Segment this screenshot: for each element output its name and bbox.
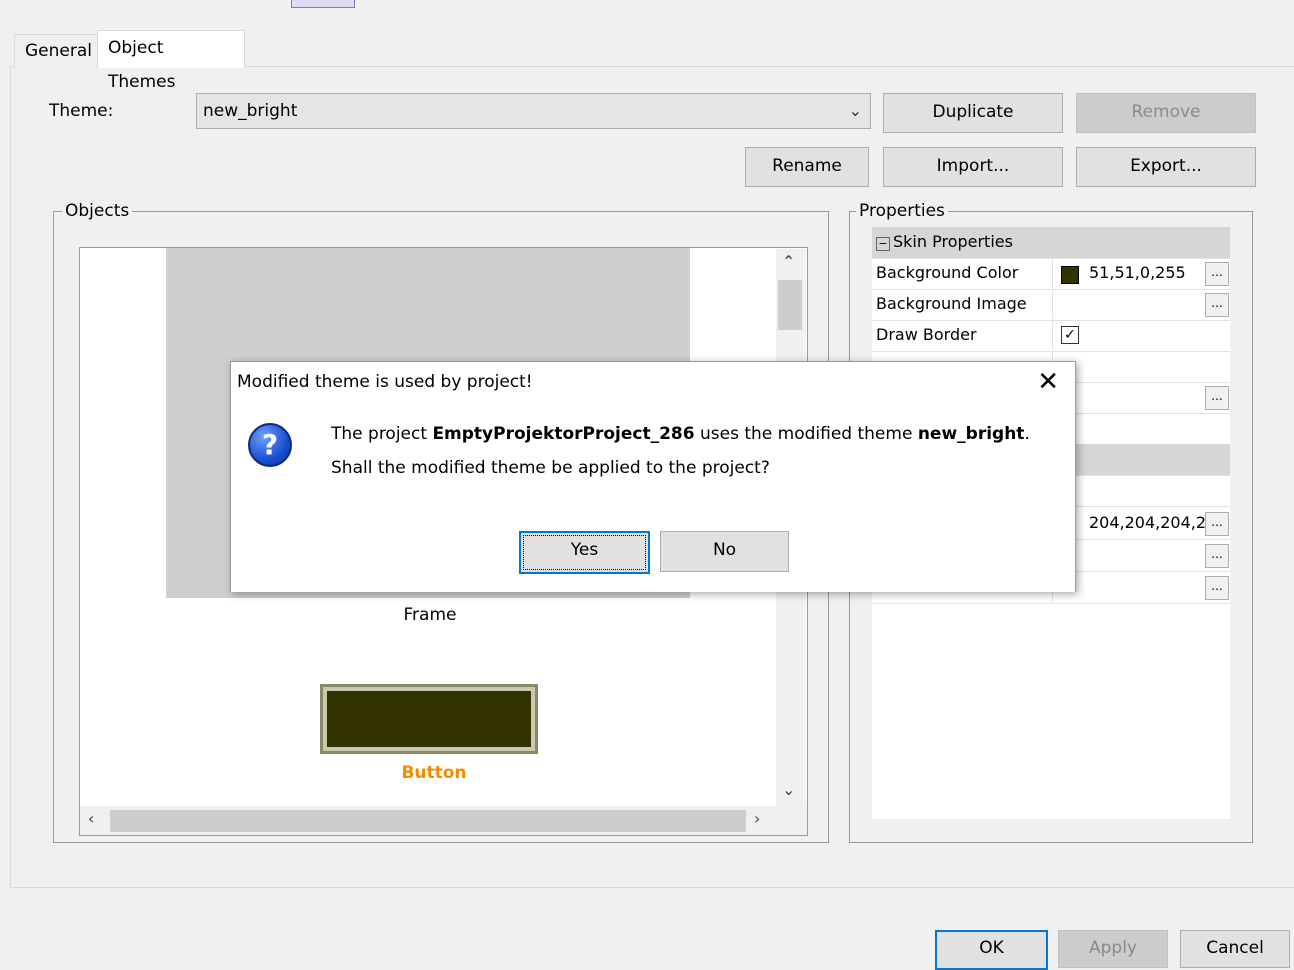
collapse-icon[interactable]: −: [876, 237, 890, 251]
rename-button[interactable]: Rename: [745, 147, 869, 187]
import-button[interactable]: Import...: [883, 147, 1063, 187]
frame-label: Frame: [403, 605, 457, 625]
question-icon: ?: [248, 423, 292, 467]
export-button[interactable]: Export...: [1076, 147, 1256, 187]
objects-group-title: Objects: [62, 200, 133, 222]
property-value: 51,51,0,255: [1089, 263, 1186, 282]
close-icon[interactable]: ✕: [1037, 366, 1059, 398]
dialog-titlebar[interactable]: Modified theme is used by project! ✕: [231, 362, 1075, 404]
checkbox[interactable]: ✓: [1061, 326, 1079, 344]
property-name: Draw Border: [876, 325, 977, 344]
remove-button[interactable]: Remove: [1076, 93, 1256, 133]
property-name: Background Image: [876, 294, 1027, 313]
scroll-down-icon[interactable]: ⌄: [782, 780, 795, 799]
vertical-scroll-thumb[interactable]: [778, 280, 802, 330]
theme-select[interactable]: new_bright ⌄: [196, 93, 871, 129]
dialog-question: Shall the modified theme be applied to t…: [331, 458, 770, 478]
scroll-up-icon[interactable]: ⌃: [782, 252, 795, 271]
duplicate-button[interactable]: Duplicate: [883, 93, 1063, 133]
property-row[interactable]: Draw Border ✓: [872, 320, 1230, 352]
horizontal-scroll-thumb[interactable]: [110, 810, 746, 832]
scroll-right-icon[interactable]: ›: [754, 809, 760, 828]
top-stub: [291, 0, 355, 8]
dialog-title: Modified theme is used by project!: [237, 372, 533, 392]
ellipsis-button[interactable]: ...: [1205, 262, 1229, 286]
apply-button[interactable]: Apply: [1058, 930, 1168, 968]
ellipsis-button[interactable]: ...: [1205, 576, 1229, 600]
properties-group-title: Properties: [856, 200, 948, 222]
project-name: EmptyProjektorProject_286: [432, 424, 695, 444]
ellipsis-button[interactable]: ...: [1205, 544, 1229, 568]
cancel-button[interactable]: Cancel: [1180, 930, 1290, 968]
property-name: Background Color: [876, 263, 1019, 282]
dialog-message: The project EmptyProjektorProject_286 us…: [331, 424, 1030, 444]
section-label: Skin Properties: [893, 232, 1013, 251]
property-row[interactable]: Background Color 51,51,0,255 ...: [872, 258, 1230, 290]
ellipsis-button[interactable]: ...: [1205, 293, 1229, 317]
ok-button[interactable]: OK: [935, 930, 1048, 970]
chevron-down-icon[interactable]: ⌄: [849, 94, 862, 128]
button-label: Button: [401, 763, 467, 783]
ellipsis-button[interactable]: ...: [1205, 386, 1229, 410]
theme-select-value: new_bright: [203, 101, 298, 121]
theme-label: Theme:: [49, 101, 114, 121]
yes-button[interactable]: Yes: [519, 531, 650, 574]
property-row[interactable]: Background Image ...: [872, 289, 1230, 321]
section-skin-properties[interactable]: − Skin Properties: [872, 227, 1230, 259]
dialog-body: ? The project EmptyProjektorProject_286 …: [231, 404, 1075, 592]
no-button[interactable]: No: [660, 531, 789, 572]
confirm-dialog: Modified theme is used by project! ✕ ? T…: [230, 361, 1076, 592]
tab-object-themes[interactable]: Object Themes: [97, 30, 245, 92]
button-preview[interactable]: [320, 684, 538, 754]
property-value: 204,204,204,2: [1089, 513, 1207, 532]
ellipsis-button[interactable]: ...: [1205, 512, 1229, 536]
tab-general[interactable]: General: [14, 34, 98, 68]
scroll-left-icon[interactable]: ‹: [88, 809, 94, 828]
color-swatch: [1061, 266, 1079, 284]
theme-name: new_bright: [917, 424, 1025, 444]
